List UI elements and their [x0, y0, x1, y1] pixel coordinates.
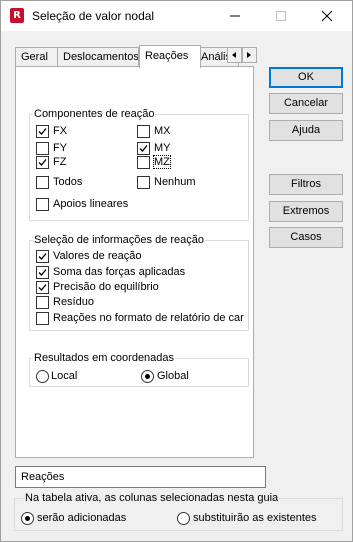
checkbox-apoios-lineares[interactable] — [36, 198, 49, 211]
minimize-icon — [230, 15, 240, 17]
checkbox-residuo[interactable] — [36, 296, 49, 309]
group-title-active-table: Na tabela ativa, as colunas selecionadas… — [24, 492, 280, 504]
label-fz: FZ — [53, 156, 67, 168]
group-title-components: Componentes de reação — [33, 108, 156, 120]
maximize-icon — [276, 11, 286, 21]
label-fy: FY — [53, 142, 68, 154]
tab-reacoes[interactable]: Reações — [139, 45, 201, 68]
tab-deslocamentos[interactable]: Deslocamentos — [57, 47, 139, 67]
label-residuo: Resíduo — [53, 296, 94, 308]
tab-scroll-right-button[interactable] — [242, 47, 257, 63]
checkbox-fz[interactable] — [36, 156, 49, 169]
label-todos: Todos — [53, 176, 83, 188]
triangle-right-icon — [247, 52, 251, 58]
group-title-coordinates: Resultados em coordenadas — [33, 352, 176, 364]
label-apoios-lineares: Apoios lineares — [53, 198, 129, 210]
checkbox-mz[interactable] — [137, 156, 150, 169]
checkbox-formato-relatorio[interactable] — [36, 312, 49, 325]
label-fx: FX — [53, 125, 68, 137]
checkbox-precisao-equilibrio[interactable] — [36, 281, 49, 294]
tab-geral[interactable]: Geral — [15, 47, 59, 67]
label-valores-reacao: Valores de reação — [53, 250, 142, 262]
checkbox-todos[interactable] — [36, 176, 49, 189]
label-my: MY — [154, 142, 171, 154]
group-title-info: Seleção de informações de reação — [33, 234, 205, 246]
label-substituirao: substituirão as existentes — [193, 512, 317, 524]
table-name-input[interactable]: Reações — [15, 466, 266, 488]
check-icon — [38, 159, 47, 166]
window-title: Seleção de valor nodal — [32, 9, 155, 23]
radio-substituirao[interactable] — [177, 512, 190, 525]
radio-global[interactable] — [141, 370, 154, 383]
label-mz: MZ — [153, 155, 171, 169]
node-value-selection-dialog: R Seleção de valor nodal Geral Deslocame… — [0, 0, 353, 542]
checkbox-mx[interactable] — [137, 125, 150, 138]
maximize-button — [258, 1, 304, 31]
checkbox-valores-reacao[interactable] — [36, 250, 49, 263]
checkbox-fx[interactable] — [36, 125, 49, 138]
label-global: Global — [157, 370, 189, 382]
check-icon — [38, 284, 47, 291]
radio-selected-dot — [145, 374, 150, 379]
label-local: Local — [51, 370, 78, 382]
radio-selected-dot — [25, 516, 30, 521]
label-nenhum: Nenhum — [154, 176, 196, 188]
checkbox-nenhum[interactable] — [137, 176, 150, 189]
filters-button[interactable]: Filtros — [269, 174, 343, 195]
radio-local[interactable] — [36, 370, 49, 383]
checkbox-my[interactable] — [137, 142, 150, 155]
checkbox-fy[interactable] — [36, 142, 49, 155]
ok-button[interactable]: OK — [269, 67, 343, 88]
close-button[interactable] — [304, 1, 350, 31]
tab-panel-reacoes: Componentes de reação FX MX FY MY FZ MZ … — [15, 66, 254, 458]
help-button[interactable]: Ajuda — [269, 120, 343, 141]
close-icon — [321, 10, 333, 22]
check-icon — [38, 128, 47, 135]
cancel-button[interactable]: Cancelar — [269, 93, 343, 114]
title-bar: R Seleção de valor nodal — [1, 1, 352, 31]
extremes-button[interactable]: Extremos — [269, 201, 343, 222]
check-icon — [38, 269, 47, 276]
label-serao-adicionadas: serão adicionadas — [37, 512, 127, 524]
check-icon — [38, 253, 47, 260]
minimize-button[interactable] — [212, 1, 258, 31]
radio-serao-adicionadas[interactable] — [21, 512, 34, 525]
label-mx: MX — [154, 125, 171, 137]
app-logo-icon: R — [10, 8, 24, 23]
label-soma-forcas: Soma das forças aplicadas — [53, 266, 186, 278]
checkbox-soma-forcas[interactable] — [36, 266, 49, 279]
check-icon — [139, 145, 148, 152]
cases-button[interactable]: Casos — [269, 227, 343, 248]
label-formato-relatorio: Reações no formato de relatório de carg — [53, 312, 244, 324]
label-precisao-equilibrio: Precisão do equilíbrio — [53, 281, 159, 293]
triangle-left-icon — [232, 52, 236, 58]
tab-scroll-left-button[interactable] — [227, 47, 242, 63]
